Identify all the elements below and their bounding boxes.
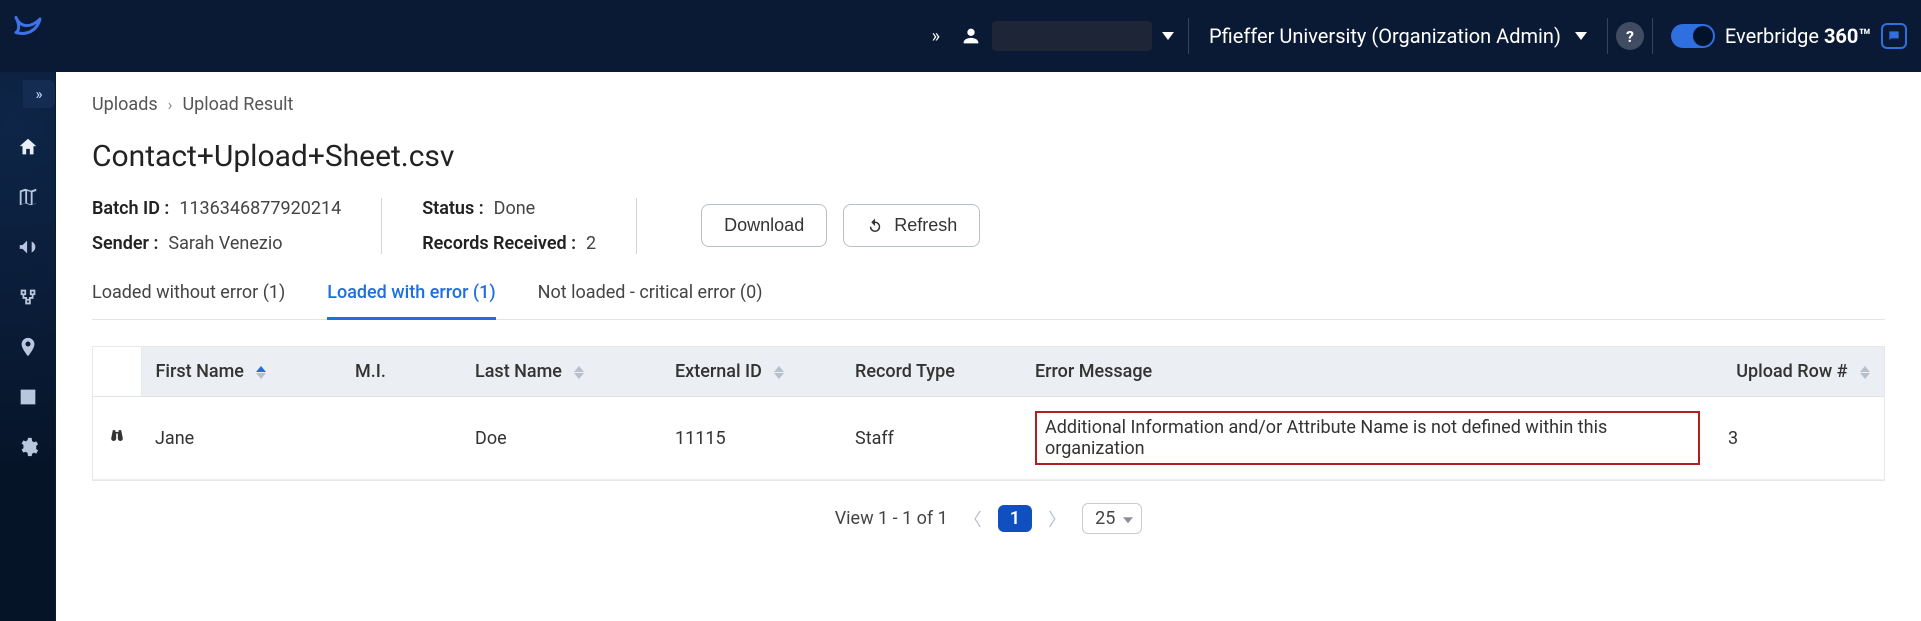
workflow-icon[interactable] [17,286,39,308]
row-view-icon[interactable] [93,397,141,480]
person-icon [960,25,982,47]
col-record-type[interactable]: Record Type [841,347,1021,397]
cell-upload-row: 3 [1714,397,1884,480]
org-label: Pfieffer University (Organization Admin) [1209,24,1561,48]
sort-icon [574,366,584,379]
col-external-id[interactable]: External ID [661,347,841,397]
refresh-button[interactable]: Refresh [843,204,980,247]
help-icon[interactable]: ? [1616,22,1644,50]
results-table: First Name M.I. Last Name Ex [93,347,1884,480]
sort-icon [774,366,784,379]
pager-current-page[interactable]: 1 [998,505,1032,532]
pager-next[interactable]: 〉 [1048,506,1066,532]
cell-last-name: Doe [461,397,661,480]
col-mi[interactable]: M.I. [341,347,461,397]
col-last-name[interactable]: Last Name [461,347,661,397]
location-pin-icon[interactable] [17,336,39,358]
pager: View 1 - 1 of 1 〈 1 〉 25 [92,503,1885,534]
refresh-icon [866,217,884,235]
breadcrumb: Uploads › Upload Result [92,94,1885,115]
batch-id-value: 1136346877920214 [179,198,341,219]
brand-prefix: Everbridge [1725,24,1819,48]
col-view [93,347,141,397]
error-message-box: Additional Information and/or Attribute … [1035,411,1700,465]
cell-external-id: 11115 [661,397,841,480]
page-title: Contact+Upload+Sheet.csv [92,139,1885,174]
gear-icon[interactable] [17,436,39,458]
table-row: Jane Doe 11115 Staff Additional Informat… [93,397,1884,480]
brand-suffix: 360™ [1824,24,1871,48]
breadcrumb-root[interactable]: Uploads [92,94,158,115]
caret-down-icon [1162,32,1174,40]
cell-first-name: Jane [141,397,341,480]
tab-without-error[interactable]: Loaded without error (1) [92,282,285,319]
bullhorn-icon[interactable] [17,236,39,258]
main-content: Uploads › Upload Result Contact+Upload+S… [56,72,1921,621]
bar-chart-icon[interactable] [17,386,39,408]
binoculars-icon [107,426,127,446]
more-chevrons-icon[interactable]: » [918,26,954,47]
mode-toggle[interactable] [1671,24,1715,48]
topbar: » Pfieffer University (Organization Admi… [0,0,1921,72]
results-table-wrap: First Name M.I. Last Name Ex [92,346,1885,481]
pager-prev[interactable]: 〈 [964,506,982,532]
sender-value: Sarah Venezio [168,233,282,254]
user-menu[interactable] [954,21,1180,51]
sort-icon [256,366,266,379]
chevron-right-icon: › [168,95,173,114]
status-label: Status : [422,198,483,219]
col-upload-row[interactable]: Upload Row # [1714,347,1884,397]
pager-view-text: View 1 - 1 of 1 [835,508,948,529]
chat-icon[interactable] [1881,23,1907,49]
sender-label: Sender : [92,233,158,254]
status-value: Done [494,198,536,219]
records-label: Records Received : [422,233,576,254]
cell-error-message: Additional Information and/or Attribute … [1021,397,1714,480]
app-logo[interactable] [0,0,55,72]
col-error-message[interactable]: Error Message [1021,347,1714,397]
brand-toggle-area: Everbridge 360™ [1661,23,1921,49]
col-first-name[interactable]: First Name [141,347,341,397]
cell-record-type: Staff [841,397,1021,480]
breadcrumb-current: Upload Result [182,94,293,115]
org-switcher[interactable]: Pfieffer University (Organization Admin) [1197,24,1599,48]
tab-not-loaded[interactable]: Not loaded - critical error (0) [538,282,763,319]
result-tabs: Loaded without error (1) Loaded with err… [92,282,1885,320]
user-name-redacted [992,21,1152,51]
sidebar-expand-button[interactable]: » [23,80,55,108]
caret-down-icon [1575,32,1587,40]
home-icon[interactable] [17,136,39,158]
sidebar: » [0,72,56,621]
pager-size-select[interactable]: 25 [1082,503,1142,534]
tab-with-error[interactable]: Loaded with error (1) [327,282,495,320]
batch-id-label: Batch ID : [92,198,169,219]
sort-icon [1860,366,1870,379]
records-value: 2 [586,233,596,254]
download-button[interactable]: Download [701,204,827,247]
map-icon[interactable] [17,186,39,208]
cell-mi [341,397,461,480]
